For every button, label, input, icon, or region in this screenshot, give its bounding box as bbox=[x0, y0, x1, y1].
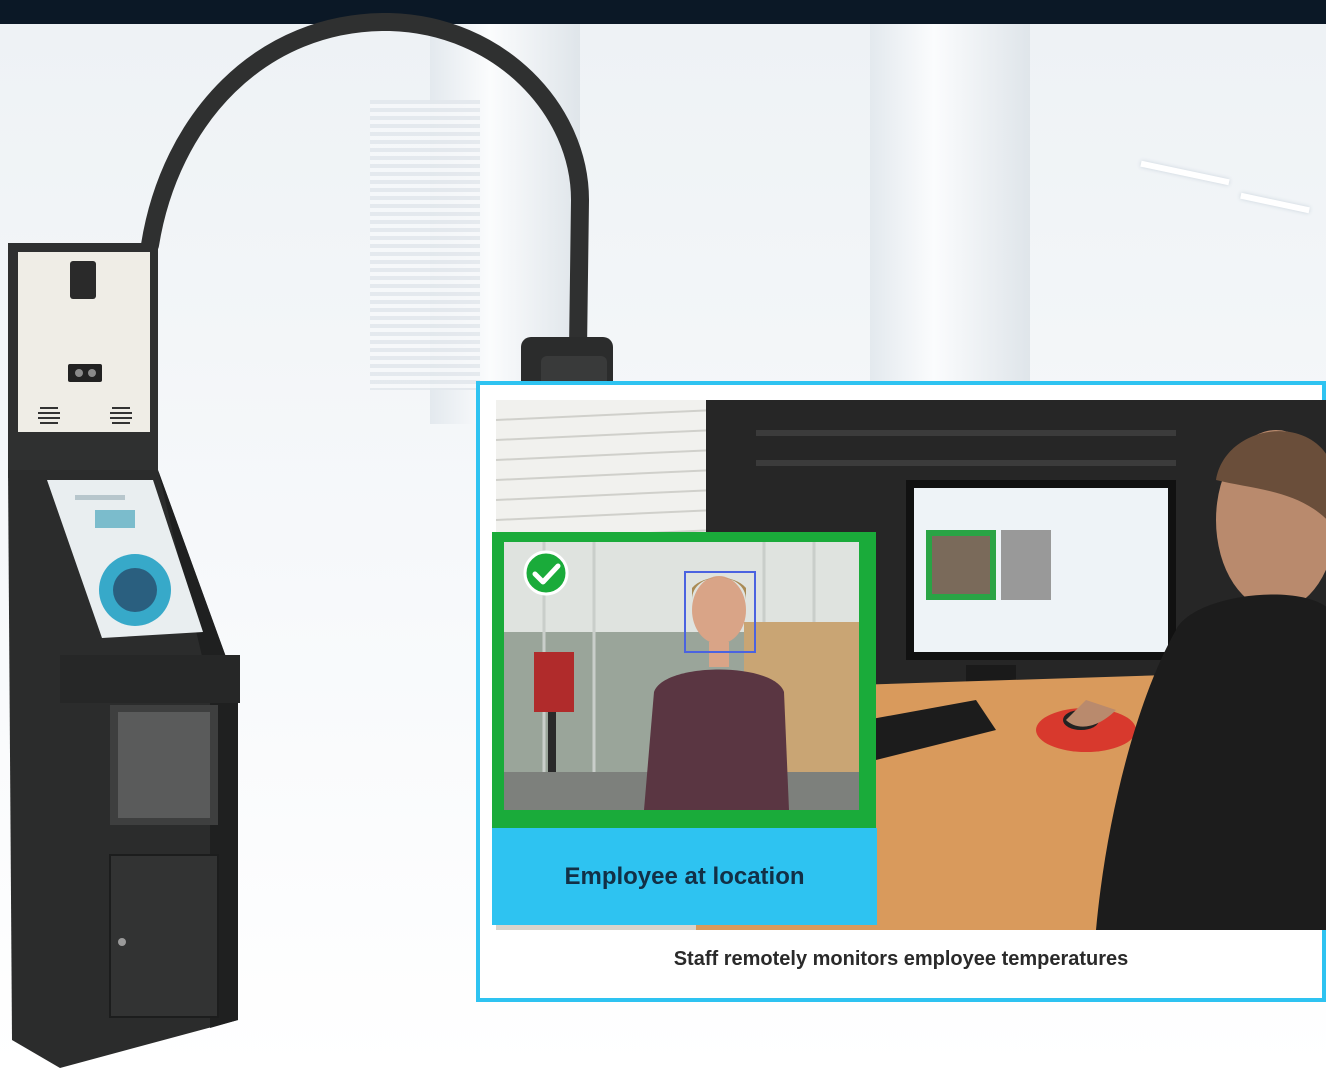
check-icon bbox=[523, 550, 569, 596]
panel-caption: Staff remotely monitors employee tempera… bbox=[673, 948, 1129, 970]
employee-camera-feed bbox=[504, 542, 859, 810]
kiosk-arm bbox=[141, 12, 590, 359]
inset-label-box: Employee at location bbox=[492, 828, 877, 925]
kiosk-cabinet-door bbox=[109, 854, 219, 1018]
employee-detection-inset bbox=[492, 532, 876, 828]
camera-icon bbox=[70, 261, 96, 299]
inset-label: Employee at location bbox=[564, 862, 805, 890]
